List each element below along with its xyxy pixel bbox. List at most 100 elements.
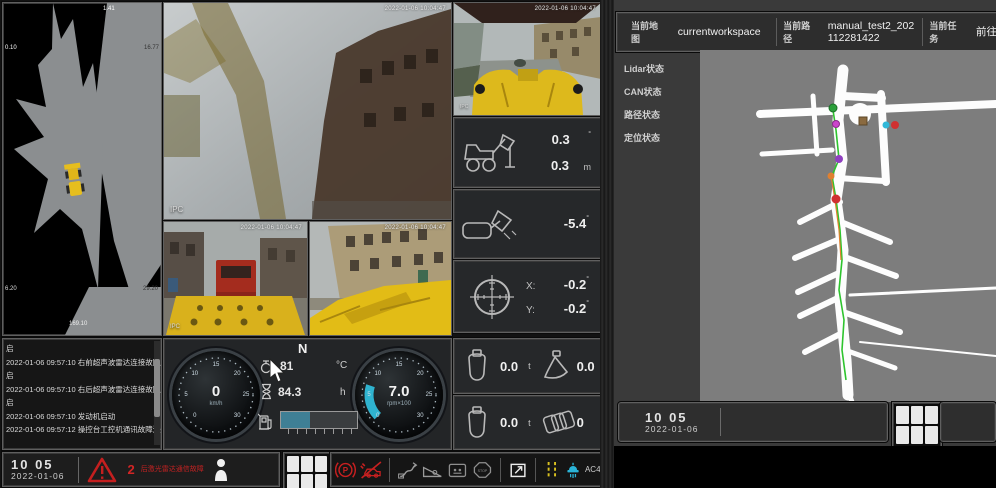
bucket-load-icon xyxy=(462,405,492,441)
load-weight-panel: 0.0 t 0.0 % xyxy=(453,338,602,394)
camera-rear-view[interactable]: 2022-01-06 10:04:47 IPC xyxy=(453,2,602,116)
tilt-y-label: Y: xyxy=(526,305,535,316)
camera-rear-timestamp: 2022-01-06 10:04:47 xyxy=(535,6,596,12)
svg-text:STOP: STOP xyxy=(477,469,487,473)
load2-weight: 0.0 xyxy=(500,415,518,430)
gauge-tick-label: 25 xyxy=(426,392,433,398)
operator-info-icon[interactable] xyxy=(213,458,229,482)
inclinometer-icon xyxy=(466,271,518,323)
beacon-icon[interactable] xyxy=(565,458,581,482)
gauge-tick-label: 20 xyxy=(234,371,241,377)
map-range-bottom-right: 29.20 xyxy=(143,286,158,292)
gauge-cluster: N 0 km/h 051015202530 7.0 rpm×100 051015… xyxy=(163,338,452,450)
camera-front-label: IPC xyxy=(170,205,183,214)
hour-meter-icon xyxy=(260,383,273,400)
route-map-canvas xyxy=(700,50,996,402)
bucket-count-icon xyxy=(541,408,577,438)
bucket-angle-value: -5.4 xyxy=(564,216,586,231)
tilt-x-label: X: xyxy=(526,281,535,292)
stop-indicator-icon[interactable]: STOP xyxy=(472,458,493,482)
status-label: 路径状态 xyxy=(624,108,684,121)
log-line: 启 xyxy=(6,396,151,410)
log-line: 启 xyxy=(6,342,151,356)
bucket-fill-icon xyxy=(541,349,571,383)
slope-indicator-icon[interactable] xyxy=(422,458,443,482)
clock-date: 2022-01-06 xyxy=(11,471,64,481)
current-map-value: currentworkspace xyxy=(678,26,770,38)
right-section: 当前地图 currentworkspace 当前路径 manual_test2_… xyxy=(614,0,996,488)
gauge-tick-label: 30 xyxy=(234,413,241,419)
load2-weight-unit: t xyxy=(528,418,531,428)
camera-front-view[interactable]: 2022-01-06 10:04:47 IPC xyxy=(163,2,452,220)
boom-height-unit: m xyxy=(584,162,592,172)
right-view-layout-button[interactable] xyxy=(892,402,942,448)
tilt-panel: X: -0.2° Y: -0.2° xyxy=(453,260,602,333)
bucket-angle-unit: ° xyxy=(586,215,589,222)
load1-weight: 0.0 xyxy=(500,359,518,374)
camera-left-view[interactable]: 2022-01-06 10:04:47 IPC xyxy=(163,221,308,336)
boom-status-panel: 0.3 ° 0.3 m xyxy=(453,117,602,188)
load1-weight-unit: t xyxy=(528,361,531,371)
load1-ratio: 0.0 xyxy=(577,359,595,374)
bucket-load-icon xyxy=(462,348,492,384)
map-range-right: 16.77 xyxy=(144,45,159,51)
current-path-value: manual_test2_202112281422 xyxy=(828,20,917,44)
lidar-map-canvas xyxy=(3,3,161,335)
fuel-fill xyxy=(281,412,310,428)
coolant-temp-unit: °C xyxy=(336,360,347,371)
log-scrollbar-thumb[interactable] xyxy=(154,359,160,417)
view-layout-button[interactable] xyxy=(283,452,331,488)
bucket-angle-panel: -5.4° xyxy=(453,189,602,259)
gauge-tick-label: 20 xyxy=(417,371,424,377)
indicator-strip: P xyxy=(330,452,610,487)
gear-indicator: N xyxy=(298,341,307,356)
current-task-label: 当前任务 xyxy=(929,19,964,45)
status-label: CAN状态 xyxy=(624,85,684,98)
articulation-indicator-icon[interactable] xyxy=(397,458,418,482)
mouse-cursor xyxy=(268,358,288,384)
gauge-tick-label: 5 xyxy=(184,392,187,398)
tilt-y-unit: ° xyxy=(586,300,589,307)
log-line: 2022-01-06 09:57:10 右后超声波雷达连接故障屏蔽开 xyxy=(6,383,151,397)
screen-share-icon[interactable] xyxy=(508,458,529,482)
gauge-tick-label: 0 xyxy=(193,413,196,419)
map-range-left: 0.10 xyxy=(5,45,17,51)
gauge-tick-label: 10 xyxy=(191,371,198,377)
hour-meter-unit: h xyxy=(340,387,346,398)
current-map-label: 当前地图 xyxy=(631,19,666,45)
parking-brake-indicator-icon[interactable]: P xyxy=(335,458,356,482)
status-label: Lidar状态 xyxy=(624,62,684,75)
lidar-map-view[interactable]: 1.41 0.10 16.77 6.20 29.20 169.10 xyxy=(2,2,162,336)
sensor-fault-indicator-icon[interactable] xyxy=(360,458,383,482)
map-range-top: 1.41 xyxy=(103,6,115,12)
camera-right-view[interactable]: 2022-01-06 10:04:47 xyxy=(309,221,452,336)
log-line: 2022-01-06 09:57:12 操控台工控机通讯故障消失 xyxy=(6,423,151,437)
warning-triangle-icon[interactable] xyxy=(87,457,117,483)
bucket-tilt-icon xyxy=(460,201,524,247)
gauge-tick-label: 30 xyxy=(417,413,424,419)
hour-meter-value: 84.3 xyxy=(278,385,301,399)
mission-header-bar: 当前地图 currentworkspace 当前路径 manual_test2_… xyxy=(616,12,996,52)
camera-front-timestamp: 2022-01-06 10:04:47 xyxy=(385,6,446,12)
camera-right-timestamp: 2022-01-06 10:04:47 xyxy=(385,225,446,231)
tilt-x-unit: ° xyxy=(586,276,589,283)
lane-guide-icon[interactable] xyxy=(543,458,561,482)
boom-angle-value: 0.3 xyxy=(552,132,570,147)
gauge-tick-label: 0 xyxy=(376,413,379,419)
load-count-panel: 0.0 t 0 xyxy=(453,395,602,450)
container-indicator-icon[interactable] xyxy=(447,458,468,482)
camera-rear-label: IPC xyxy=(460,104,468,110)
gauge-tick-label: 25 xyxy=(243,392,250,398)
clock-time: 10 05 xyxy=(11,458,64,471)
map-range-bottom-left: 6.20 xyxy=(5,286,17,292)
clock-block: 10 05 2022-01-06 xyxy=(3,458,64,481)
event-log-panel[interactable]: 启 2022-01-06 09:57:10 右前超声波雷达连接故障屏蔽开 启 2… xyxy=(2,338,162,450)
log-scrollbar[interactable] xyxy=(154,341,160,445)
bezel-divider xyxy=(600,0,614,488)
current-path-label: 当前路径 xyxy=(783,19,818,45)
fuel-icon xyxy=(258,413,274,431)
route-map-view[interactable] xyxy=(700,50,996,402)
rpm-unit: rpm×100 xyxy=(355,401,443,407)
right-extra-button[interactable] xyxy=(940,402,996,442)
fuel-bar xyxy=(280,411,358,429)
